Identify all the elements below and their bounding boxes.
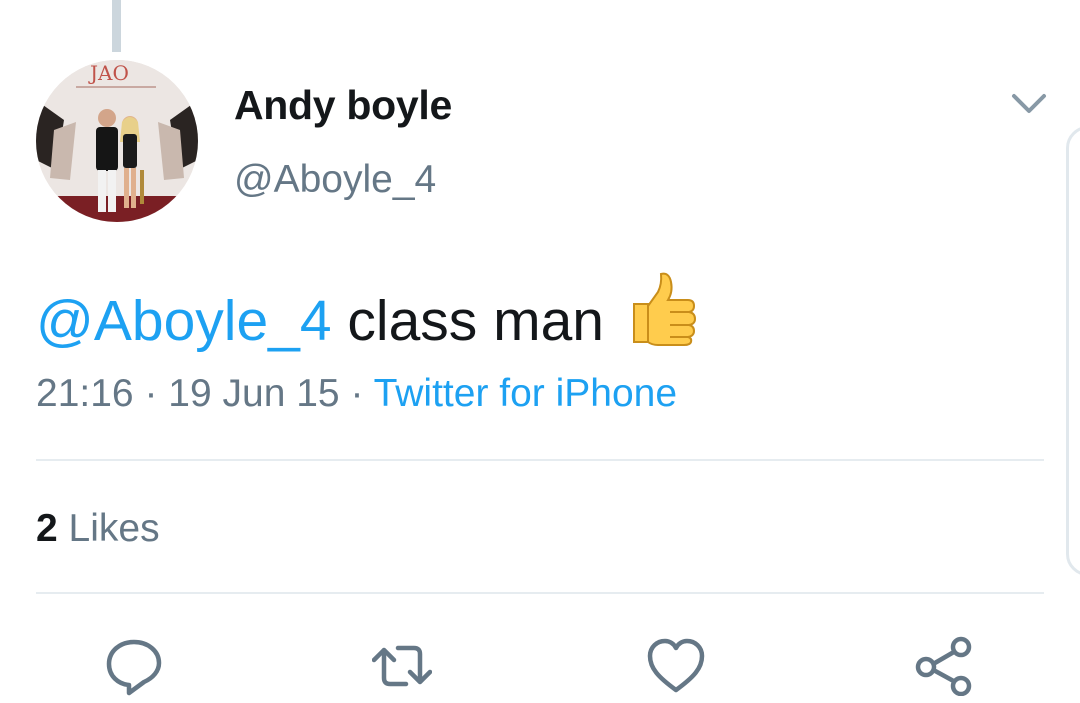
tweet-body: class man [347, 289, 604, 353]
thread-connector-line [112, 0, 121, 52]
speech-bubble-icon [106, 639, 162, 696]
tweet-source-link[interactable]: Twitter for iPhone [374, 372, 677, 415]
svg-text:JAO: JAO [88, 61, 129, 85]
adjacent-card-edge [1066, 126, 1080, 576]
likes-stat[interactable]: 2 Likes [36, 507, 160, 551]
mention-link[interactable]: @Aboyle_4 [36, 289, 332, 353]
tweet-date: 19 Jun 15 [168, 372, 340, 415]
meta-separator: · [144, 372, 158, 415]
likes-label: Likes [68, 507, 160, 550]
like-button[interactable] [646, 636, 706, 696]
avatar[interactable]: JAO [36, 60, 198, 222]
display-name[interactable]: Andy boyle [234, 82, 452, 129]
share-nodes-icon [915, 636, 972, 697]
avatar-photo: JAO [36, 60, 198, 222]
likes-count: 2 [36, 507, 58, 550]
divider [36, 459, 1044, 461]
retweet-button[interactable] [371, 636, 433, 696]
tweet-metadata: 21:16 · 19 Jun 15 · Twitter for iPhone [36, 372, 677, 416]
share-button[interactable] [914, 636, 974, 697]
meta-separator: · [350, 372, 364, 415]
reply-button[interactable] [104, 636, 164, 696]
retweet-arrows-icon [371, 645, 433, 687]
divider [36, 592, 1044, 594]
tweet-time: 21:16 [36, 372, 134, 415]
heart-outline-icon [647, 638, 705, 693]
tweet-text: @Aboyle_4 class man [36, 270, 698, 363]
thumbs-up-icon [628, 270, 698, 363]
chevron-down-icon[interactable] [1008, 86, 1050, 122]
user-handle[interactable]: @Aboyle_4 [234, 158, 436, 202]
